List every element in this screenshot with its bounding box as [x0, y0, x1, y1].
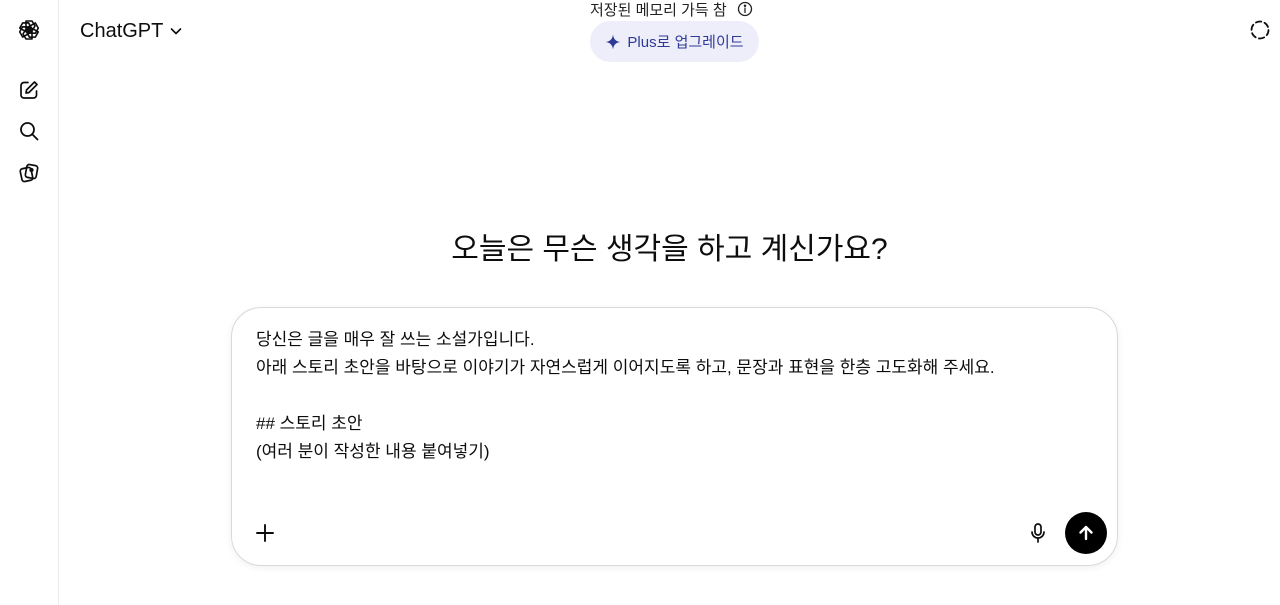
microphone-icon: [1031, 523, 1045, 543]
prompt-line: (여러 분이 작성한 내용 붙여넣기): [256, 442, 490, 461]
temporary-chat-icon[interactable]: [1248, 18, 1272, 42]
prompt-input[interactable]: 당신은 글을 매우 잘 쓰는 소설가입니다. 아래 스토리 초안을 바탕으로 이…: [256, 326, 1096, 466]
add-attachment-button[interactable]: [252, 520, 278, 546]
openai-logo-icon[interactable]: [13, 14, 45, 46]
memory-status-text: 저장된 메모리 가득 참: [590, 1, 727, 19]
search-icon[interactable]: [13, 115, 45, 147]
model-switcher-button[interactable]: ChatGPT: [80, 18, 183, 44]
model-name: ChatGPT: [80, 19, 164, 42]
info-icon[interactable]: [737, 1, 753, 17]
composer: 당신은 글을 매우 잘 쓰는 소설가입니다. 아래 스토리 초안을 바탕으로 이…: [231, 307, 1118, 566]
prompt-line: 당신은 글을 매우 잘 쓰는 소설가입니다.: [256, 330, 535, 349]
prompt-line: ## 스토리 초안: [256, 414, 363, 433]
chevron-down-icon: [171, 28, 182, 35]
new-chat-icon[interactable]: [13, 74, 45, 106]
prompt-line: 아래 스토리 초안을 바탕으로 이야기가 자연스럽게 이어지도록 하고, 문장과…: [256, 358, 995, 377]
library-icon[interactable]: [13, 157, 45, 189]
sparkle-icon: [605, 34, 621, 49]
upgrade-label: Plus로 업그레이드: [627, 34, 744, 51]
prompt-line: [256, 382, 1096, 410]
upgrade-button[interactable]: Plus로 업그레이드: [590, 21, 759, 62]
send-button[interactable]: [1065, 512, 1107, 554]
sidebar-rail: [0, 0, 59, 605]
memory-status: 저장된 메모리 가득 참: [590, 0, 753, 19]
greeting-heading: 오늘은 무슨 생각을 하고 계신가요?: [451, 233, 888, 266]
plus-icon: [256, 524, 274, 542]
dictate-button[interactable]: [1026, 521, 1050, 545]
arrow-up-icon: [1079, 525, 1093, 541]
